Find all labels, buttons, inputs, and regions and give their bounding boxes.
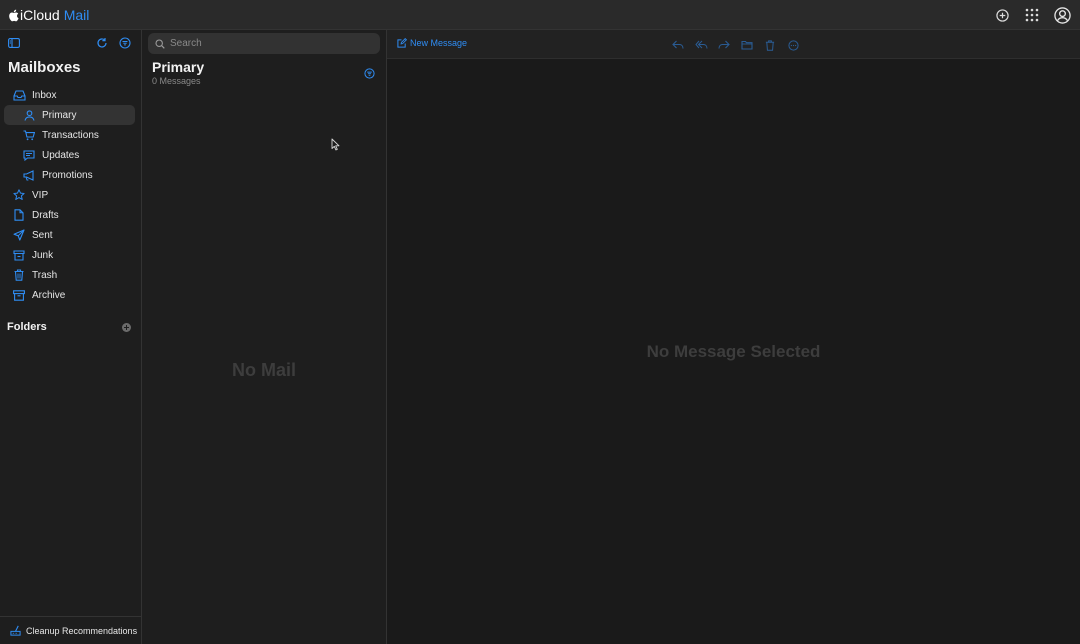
- folders-heading: Folders: [7, 321, 47, 333]
- mailbox-title: Primary: [152, 59, 205, 75]
- forward-icon[interactable]: [717, 38, 731, 52]
- document-icon: [12, 208, 26, 222]
- mailbox-label: Junk: [32, 249, 54, 261]
- mailbox-label: Promotions: [42, 169, 93, 181]
- person-icon: [22, 108, 36, 122]
- message-icon: [22, 148, 36, 162]
- mailbox-updates[interactable]: Updates: [4, 145, 135, 165]
- trash-icon: [12, 268, 26, 282]
- cart-icon: [22, 128, 36, 142]
- mailbox-label: Archive: [32, 289, 66, 301]
- reading-pane: New Message No Message Selected: [387, 30, 1080, 644]
- new-message-button[interactable]: New Message: [397, 38, 467, 48]
- mailbox-archive[interactable]: Archive: [4, 285, 135, 305]
- list-filter-icon[interactable]: [364, 68, 375, 79]
- account-icon[interactable]: [1053, 6, 1071, 24]
- mailbox-vip[interactable]: VIP: [4, 185, 135, 205]
- archive-icon: [12, 288, 26, 302]
- top-bar: iCloud Mail: [0, 0, 1080, 30]
- mailbox-label: Primary: [42, 109, 77, 121]
- mailbox-sent[interactable]: Sent: [4, 225, 135, 245]
- cleanup-label: Cleanup Recommendations: [26, 625, 138, 636]
- mailbox-list: Inbox Primary Transactions Updates Promo…: [4, 85, 135, 305]
- apple-logo: [8, 9, 19, 22]
- empty-reader-message: No Message Selected: [646, 342, 821, 361]
- search-input[interactable]: [170, 38, 370, 49]
- reply-all-icon[interactable]: [694, 38, 708, 52]
- empty-list-message: No Mail: [231, 360, 296, 380]
- reply-icon[interactable]: [671, 38, 685, 52]
- mailbox-drafts[interactable]: Drafts: [4, 205, 135, 225]
- message-count: 0 Messages: [152, 76, 201, 86]
- app-brand[interactable]: iCloud Mail: [8, 7, 89, 23]
- sidebar-toggle-icon[interactable]: [8, 38, 20, 48]
- folders-header: Folders: [7, 321, 131, 333]
- search-icon: [155, 38, 165, 49]
- new-message-label: New Message: [410, 38, 468, 48]
- paperplane-icon: [12, 228, 26, 242]
- reader-toolbar: New Message: [387, 30, 1080, 59]
- delete-icon[interactable]: [763, 38, 777, 52]
- cleanup-recommendations-button[interactable]: Cleanup Recommendations: [0, 616, 142, 644]
- filter-icon[interactable]: [119, 37, 131, 49]
- refresh-icon[interactable]: [96, 37, 108, 49]
- mouse-pointer-icon: [331, 138, 340, 151]
- more-icon[interactable]: [786, 38, 800, 52]
- compose-icon: [397, 38, 407, 48]
- mailbox-label: Inbox: [32, 89, 57, 101]
- add-circle-icon[interactable]: [993, 6, 1011, 24]
- mailbox-label: Updates: [42, 149, 80, 161]
- star-icon: [12, 188, 26, 202]
- brand-name: iCloud: [20, 7, 60, 23]
- megaphone-icon: [22, 168, 36, 182]
- mailbox-inbox[interactable]: Inbox: [4, 85, 135, 105]
- tray-icon: [12, 88, 26, 102]
- mailbox-promotions[interactable]: Promotions: [4, 165, 135, 185]
- junk-icon: [12, 248, 26, 262]
- mailbox-label: Drafts: [32, 209, 59, 221]
- app-grid-icon[interactable]: [1023, 6, 1041, 24]
- brand-app: Mail: [63, 7, 90, 23]
- mailbox-junk[interactable]: Junk: [4, 245, 135, 265]
- mailbox-trash[interactable]: Trash: [4, 265, 135, 285]
- search-box[interactable]: [148, 33, 380, 54]
- message-list-pane: Primary 0 Messages No Mail: [142, 30, 387, 644]
- mailboxes-heading: Mailboxes: [8, 59, 81, 76]
- sidebar: Mailboxes Inbox Primary Transactions Upd…: [0, 30, 142, 644]
- mailbox-primary[interactable]: Primary: [4, 105, 135, 125]
- mailbox-label: VIP: [32, 189, 49, 201]
- move-folder-icon[interactable]: [740, 38, 754, 52]
- mailbox-transactions[interactable]: Transactions: [4, 125, 135, 145]
- cleanup-icon: [10, 625, 21, 636]
- mailbox-label: Trash: [32, 269, 58, 281]
- mailbox-label: Sent: [32, 229, 53, 241]
- mailbox-label: Transactions: [42, 129, 99, 141]
- add-folder-icon[interactable]: [122, 322, 131, 332]
